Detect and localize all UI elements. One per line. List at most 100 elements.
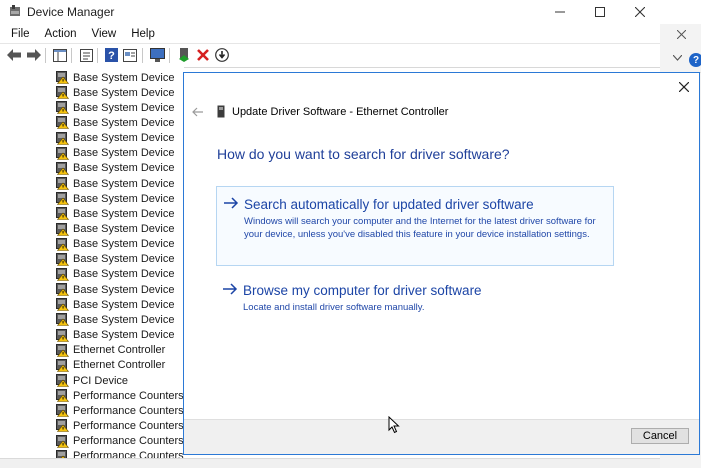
toolbar-separator — [71, 48, 72, 63]
search-automatically-description: Windows will search your computer and th… — [244, 216, 596, 240]
browse-computer-description: Locate and install driver software manua… — [243, 302, 425, 313]
tree-item[interactable]: Base System Device — [56, 237, 174, 252]
forward-arrow-icon — [26, 49, 41, 61]
dialog-footer: Cancel — [184, 419, 699, 454]
tree-item-label: Ethernet Controller — [73, 359, 166, 372]
tree-item[interactable]: Base System Device — [56, 191, 174, 206]
chevron-down-icon[interactable] — [673, 55, 682, 61]
tree-item-label: Base System Device — [73, 71, 175, 84]
tree-item[interactable]: Base System Device — [56, 70, 174, 85]
tree-item[interactable]: Base System Device — [56, 328, 174, 343]
tree-item-label: Base System Device — [73, 238, 175, 251]
device-warning-icon — [56, 146, 70, 160]
menu-action[interactable]: Action — [37, 28, 84, 40]
tree-item[interactable]: Base System Device — [56, 146, 174, 161]
tree-item[interactable]: Base System Device — [56, 222, 174, 237]
device-tree[interactable]: Base System Device Base System Device Base… — [0, 67, 184, 458]
toolbar-separator — [169, 48, 170, 63]
update-driver-button[interactable] — [176, 47, 192, 63]
tree-item[interactable]: Base System Device — [56, 282, 174, 297]
tree-item[interactable]: Ethernet Controller — [56, 343, 165, 358]
tree-item[interactable]: Base System Device — [56, 131, 174, 146]
screen: Device Manager File Action View Help ? B… — [0, 0, 701, 468]
back-button[interactable] — [6, 47, 22, 63]
tree-item[interactable]: Performance Counters — [56, 434, 184, 449]
tree-item[interactable]: Base System Device — [56, 252, 174, 267]
background-window-top — [660, 0, 701, 24]
device-warning-icon — [56, 389, 70, 402]
minimize-button[interactable] — [540, 0, 580, 24]
properties-icon — [79, 48, 93, 62]
enable-device-button[interactable] — [214, 47, 230, 63]
title-bar[interactable]: Device Manager — [0, 0, 660, 24]
tree-item[interactable]: Base System Device — [56, 161, 174, 176]
device-warning-icon — [56, 374, 70, 387]
show-hide-tree-button[interactable] — [52, 47, 68, 63]
dialog-back-button[interactable] — [191, 105, 205, 119]
tree-item[interactable]: Base System Device — [56, 267, 174, 282]
tree-item[interactable]: Performance Counters — [56, 449, 184, 458]
toolbar-separator — [97, 48, 98, 63]
tree-item-label: Base System Device — [73, 313, 175, 326]
tree-item[interactable]: Performance Counters — [56, 418, 184, 433]
device-warning-icon — [56, 449, 69, 458]
tree-item[interactable]: Performance Counters — [56, 403, 184, 418]
uninstall-button[interactable] — [195, 47, 211, 63]
device-warning-icon — [56, 252, 70, 266]
search-automatically-option[interactable]: Search automatically for updated driver … — [216, 186, 614, 266]
device-warning-icon — [56, 434, 70, 448]
close-icon[interactable] — [677, 30, 686, 39]
status-bar — [0, 458, 660, 468]
device-warning-icon — [56, 328, 70, 342]
scan-hardware-button[interactable] — [149, 47, 165, 63]
tree-item[interactable]: Base System Device — [56, 176, 174, 191]
ethernet-controller-icon — [217, 105, 225, 118]
maximize-button[interactable] — [580, 0, 620, 24]
tree-item[interactable]: Base System Device — [56, 115, 174, 130]
tree-item-label: Base System Device — [73, 253, 175, 266]
menu-view[interactable]: View — [84, 28, 124, 40]
menu-help[interactable]: Help — [123, 28, 162, 40]
close-button[interactable] — [620, 0, 660, 24]
view-button[interactable] — [122, 47, 138, 63]
device-warning-icon — [56, 161, 70, 175]
help-button[interactable]: ? — [103, 47, 119, 63]
browse-computer-option[interactable]: Browse my computer for driver software L… — [216, 278, 614, 318]
tree-item[interactable]: Performance Counters — [56, 388, 184, 403]
menu-file[interactable]: File — [0, 28, 37, 40]
update-driver-dialog: Update Driver Software - Ethernet Contro… — [183, 72, 700, 455]
tree-item[interactable]: PCI Device — [56, 373, 128, 388]
help-badge[interactable]: ? — [689, 53, 701, 67]
tree-item[interactable]: Base System Device — [56, 297, 174, 312]
download-icon — [215, 48, 229, 62]
browse-computer-title: Browse my computer for driver software — [243, 283, 482, 298]
minimize-icon — [555, 11, 565, 13]
tree-item[interactable]: Base System Device — [56, 206, 174, 221]
tree-item[interactable]: Base System Device — [56, 312, 174, 327]
tree-item-label: Base System Device — [73, 147, 175, 160]
device-warning-icon — [56, 267, 70, 281]
cancel-button[interactable]: Cancel — [631, 428, 689, 444]
tree-item[interactable]: Base System Device — [56, 100, 174, 115]
tree-item-label: Base System Device — [73, 329, 175, 342]
tree-item-label: Performance Counters — [73, 389, 184, 402]
search-automatically-title: Search automatically for updated driver … — [244, 197, 534, 212]
tree-item-label: Performance Counters — [73, 419, 184, 432]
dialog-close-button[interactable] — [676, 79, 692, 95]
tree-item-label: Performance Counters — [73, 404, 184, 417]
back-arrow-icon — [192, 107, 203, 117]
update-driver-icon — [179, 48, 189, 62]
monitor-icon — [149, 48, 165, 62]
tree-item-label: Base System Device — [73, 268, 175, 281]
tree-item[interactable]: Ethernet Controller — [56, 358, 165, 373]
forward-button[interactable] — [25, 47, 41, 63]
tree-item-label: Base System Device — [73, 162, 175, 175]
tree-item-label: Performance Counters — [73, 435, 184, 448]
tree-item-label: Base System Device — [73, 86, 175, 99]
back-arrow-icon — [6, 49, 21, 61]
close-icon — [679, 82, 689, 92]
properties-button[interactable] — [78, 47, 94, 63]
device-warning-icon — [56, 131, 70, 145]
close-icon — [635, 7, 645, 17]
tree-item[interactable]: Base System Device — [56, 85, 174, 100]
